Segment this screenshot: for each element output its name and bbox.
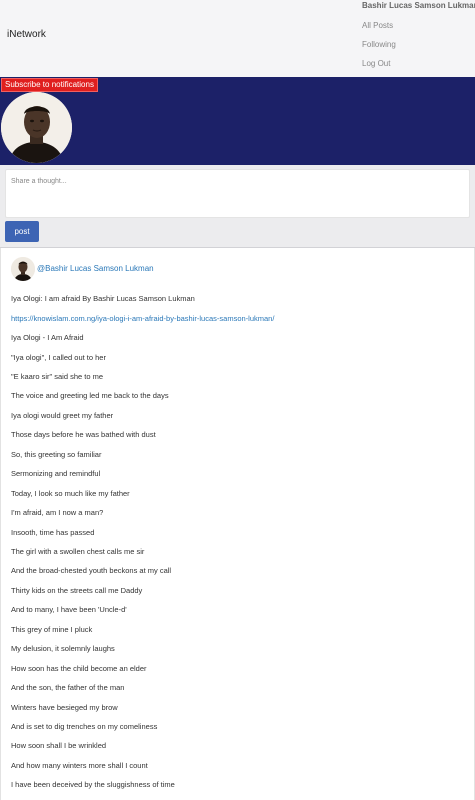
compose-panel: post [0,165,475,248]
post-line: And how many winters more shall I count [11,760,148,770]
author-link[interactable]: @Bashir Lucas Samson Lukman [37,264,154,273]
profile-banner: Subscribe to notifications [0,77,475,165]
post-line: So, this greeting so familiar [11,449,102,459]
post-external-link[interactable]: https://knowislam.com.ng/iya-ologi-i-am-… [11,314,274,323]
post-line: How soon has the child become an elder [11,663,147,673]
post-line: Iya Ologi - I Am Afraid [11,333,84,342]
post-line: And to many, I have been 'Uncle-d' [11,605,127,615]
post-line: I have been deceived by the sluggishness… [11,780,175,790]
post-line: I'm afraid, am I now a man? [11,508,104,517]
nav-following-link[interactable]: Following [362,40,396,49]
post-line: And the broad-chested youth beckons at m… [11,566,172,576]
post-line: Today, I look so much like my father [11,488,130,498]
brand-logo[interactable]: iNetwork [7,29,46,40]
post-line: My delusion, it solemnly laughs [11,644,115,654]
nav-all-posts-link[interactable]: All Posts [362,21,393,30]
post-button[interactable]: post [5,221,39,242]
navbar: iNetwork Bashir Lucas Samson Lukman All … [0,0,475,77]
post-line: Those days before he was bathed with dus… [11,430,156,440]
post-line: This grey of mine I pluck [11,624,93,634]
post-line: And is set to dig trenches on my comelin… [11,722,158,731]
profile-avatar [1,92,72,163]
post-line: Winters have besieged my brow [11,702,118,712]
post-title: Iya Ologi: I am afraid By Bashir Lucas S… [11,294,195,303]
subscribe-notifications-button[interactable]: Subscribe to notifications [1,78,98,92]
post-card: @Bashir Lucas Samson Lukman Iya Ologi: I… [0,248,475,800]
author-avatar[interactable] [11,257,35,281]
post-line: How soon shall I be wrinkled [11,741,107,751]
post-line: The girl with a swollen chest calls me s… [11,546,145,556]
post-line: And the son, the father of the man [11,683,125,693]
share-thought-input[interactable] [5,169,470,218]
post-line: "E kaaro sir" said she to me [11,371,104,381]
post-line: Sermonizing and remindful [11,469,101,479]
post-line: Thirty kids on the streets call me Daddy [11,585,143,595]
nav-logout-link[interactable]: Log Out [362,59,390,68]
post-line: "Iya ologi", I called out to her [11,352,106,362]
post-line: Insooth, time has passed [11,527,95,537]
post-line: Iya ologi would greet my father [11,410,114,420]
post-line: The voice and greeting led me back to th… [11,391,169,401]
nav-user-name[interactable]: Bashir Lucas Samson Lukman [362,1,475,10]
